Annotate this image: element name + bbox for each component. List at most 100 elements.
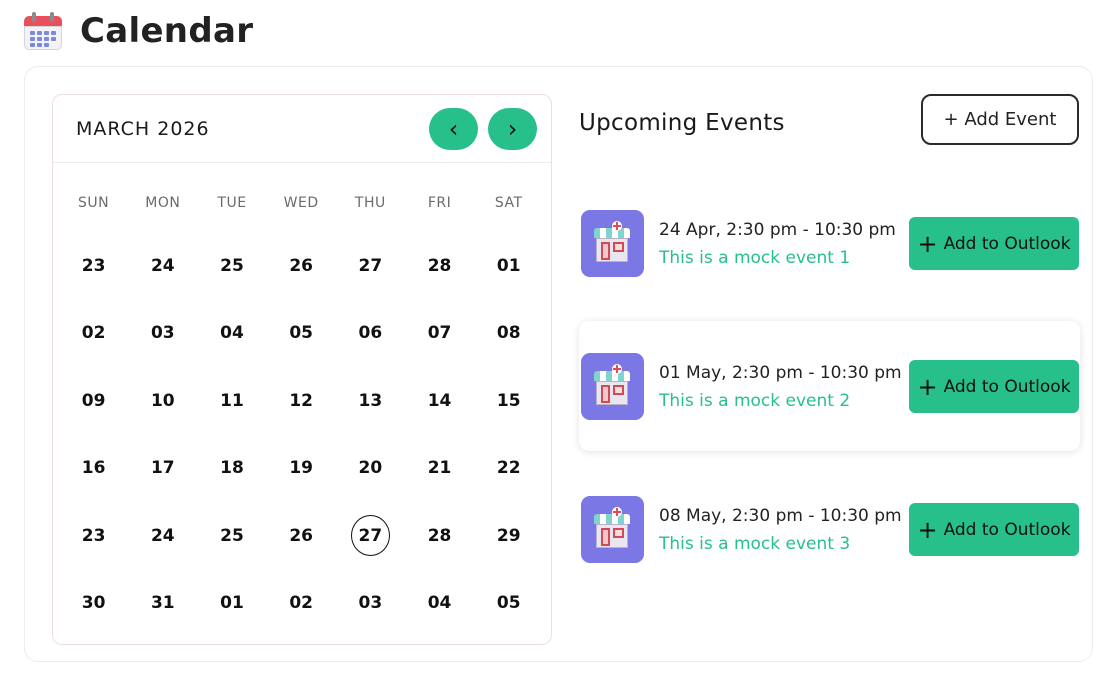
weekday-header: SUN MON TUE WED THU FRI SAT [59, 195, 543, 211]
calendar-day[interactable]: 13 [336, 387, 405, 455]
calendar-day[interactable]: 05 [267, 320, 336, 388]
day-number: 02 [289, 593, 313, 613]
day-number: 31 [150, 593, 175, 613]
calendar-day[interactable]: 05 [474, 590, 543, 658]
day-number: 24 [150, 255, 175, 276]
add-to-outlook-button[interactable]: + Add to Outlook [909, 217, 1079, 270]
event-name[interactable]: This is a mock event 1 [659, 248, 850, 268]
event-name[interactable]: This is a mock event 3 [659, 534, 850, 554]
add-to-outlook-button[interactable]: + Add to Outlook [909, 360, 1079, 413]
day-number: 09 [81, 390, 106, 411]
calendar-day[interactable]: 24 [128, 252, 197, 320]
calendar-day[interactable]: 14 [405, 387, 474, 455]
calendar-day[interactable]: 09 [59, 387, 128, 455]
day-number: 05 [496, 593, 521, 613]
calendar-day[interactable]: 23 [59, 252, 128, 320]
day-number: 02 [81, 323, 106, 343]
day-number: 05 [289, 323, 313, 343]
calendar-day[interactable]: 18 [197, 455, 266, 523]
calendar-day[interactable]: 10 [128, 387, 197, 455]
calendar-header: MARCH 2026 ‹ › [53, 95, 551, 163]
day-number: 21 [427, 458, 452, 478]
calendar-day[interactable]: 15 [474, 387, 543, 455]
day-number: 26 [289, 525, 313, 546]
chevron-right-icon: › [507, 115, 518, 143]
day-number: 19 [289, 458, 313, 478]
calendar-day[interactable]: 07 [405, 320, 474, 388]
calendar-day[interactable]: 27 [336, 252, 405, 320]
prev-month-button[interactable]: ‹ [429, 108, 478, 150]
calendar-day[interactable]: 25 [197, 522, 266, 590]
event-item: 24 Apr, 2:30 pm - 10:30 pm This is a moc… [579, 180, 1080, 310]
calendar-day[interactable]: 20 [336, 455, 405, 523]
day-number: 11 [220, 390, 244, 411]
calendar-day[interactable]: 17 [128, 455, 197, 523]
day-number: 25 [220, 255, 244, 276]
calendar-widget: MARCH 2026 ‹ › SUN MON TUE WED THU FRI S… [52, 94, 552, 645]
calendar-day-today[interactable]: 27 [336, 515, 405, 590]
calendar-day[interactable]: 02 [267, 590, 336, 658]
day-number: 07 [427, 323, 452, 343]
store-icon [581, 496, 644, 563]
day-number: 14 [427, 390, 452, 411]
day-number: 28 [427, 525, 452, 546]
month-label: MARCH 2026 [76, 117, 210, 140]
calendar-day[interactable]: 11 [197, 387, 266, 455]
add-to-outlook-label: Add to Outlook [943, 519, 1071, 540]
weekday-label: SUN [78, 195, 110, 211]
day-number: 23 [81, 525, 106, 546]
calendar-day[interactable]: 28 [405, 522, 474, 590]
calendar-day[interactable]: 02 [59, 320, 128, 388]
calendar-day[interactable]: 01 [474, 252, 543, 320]
calendar-day[interactable]: 03 [128, 320, 197, 388]
calendar-day[interactable]: 21 [405, 455, 474, 523]
calendar-day[interactable]: 19 [267, 455, 336, 523]
calendar-day[interactable]: 04 [197, 320, 266, 388]
day-number: 27 [358, 255, 383, 276]
page-header: Calendar [22, 8, 253, 54]
plus-icon: + [917, 515, 938, 544]
calendar-day[interactable]: 04 [405, 590, 474, 658]
calendar-day[interactable]: 16 [59, 455, 128, 523]
weekday-label: WED [283, 195, 319, 211]
upcoming-events-title: Upcoming Events [579, 110, 785, 136]
weekday-label: TUE [217, 195, 247, 211]
event-time: 01 May, 2:30 pm - 10:30 pm [659, 363, 902, 383]
calendar-day[interactable]: 01 [197, 590, 266, 658]
event-item: 01 May, 2:30 pm - 10:30 pm This is a moc… [579, 321, 1080, 451]
day-number: 17 [150, 458, 175, 478]
calendar-day[interactable]: 26 [267, 522, 336, 590]
calendar-day[interactable]: 30 [59, 590, 128, 658]
calendar-day[interactable]: 06 [336, 320, 405, 388]
calendar-day[interactable]: 23 [59, 522, 128, 590]
store-icon [581, 210, 644, 277]
add-to-outlook-label: Add to Outlook [943, 376, 1071, 397]
calendar-day[interactable]: 28 [405, 252, 474, 320]
weekday-label: MON [145, 195, 181, 211]
day-number: 01 [220, 593, 244, 613]
day-number: 27 [350, 515, 390, 556]
calendar-day[interactable]: 31 [128, 590, 197, 658]
days-grid: 23 24 25 26 27 28 01 02 03 04 05 06 07 08 09 10 11 12 13 14… [59, 252, 543, 657]
calendar-day[interactable]: 22 [474, 455, 543, 523]
weekday-label: FRI [427, 195, 452, 211]
add-event-button[interactable]: + Add Event [921, 94, 1079, 145]
calendar-day[interactable]: 26 [267, 252, 336, 320]
calendar-day[interactable]: 08 [474, 320, 543, 388]
calendar-day[interactable]: 03 [336, 590, 405, 658]
add-to-outlook-button[interactable]: + Add to Outlook [909, 503, 1079, 556]
calendar-day[interactable]: 29 [474, 522, 543, 590]
page-title: Calendar [80, 11, 254, 51]
day-number: 18 [220, 458, 244, 478]
calendar-day[interactable]: 12 [267, 387, 336, 455]
day-number: 03 [150, 323, 175, 343]
day-number: 20 [358, 458, 383, 478]
add-to-outlook-label: Add to Outlook [943, 233, 1071, 254]
event-name[interactable]: This is a mock event 2 [659, 391, 850, 411]
plus-icon: + [917, 229, 938, 258]
next-month-button[interactable]: › [488, 108, 537, 150]
calendar-day[interactable]: 25 [197, 252, 266, 320]
day-number: 10 [150, 390, 175, 411]
calendar-day[interactable]: 24 [128, 522, 197, 590]
day-number: 12 [289, 390, 313, 411]
